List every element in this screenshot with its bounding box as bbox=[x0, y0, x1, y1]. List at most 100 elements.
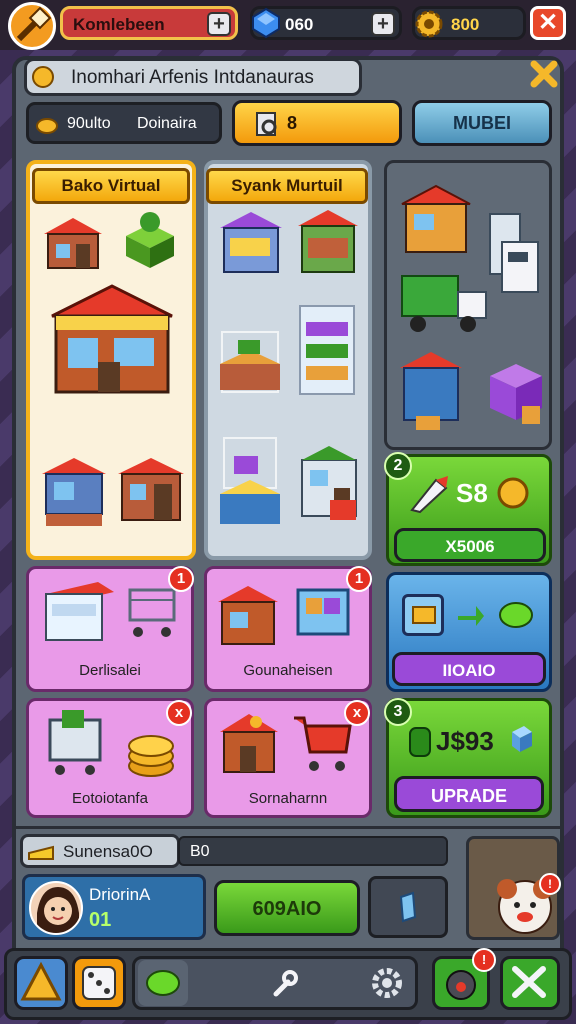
wrench-icon[interactable] bbox=[270, 968, 300, 998]
leaf-icon[interactable] bbox=[138, 960, 188, 1006]
hammer-nav-icon bbox=[20, 961, 62, 1001]
footer-action-label: 609AIO bbox=[252, 898, 322, 920]
title-bar: Inomhari Arfenis Intdanauras bbox=[24, 58, 362, 96]
small-shop-icon bbox=[114, 450, 188, 528]
offer-1-button[interactable]: X5006 bbox=[394, 528, 546, 562]
purple-box-icon bbox=[484, 356, 548, 436]
gold-token-icon bbox=[496, 476, 530, 510]
robot-icon bbox=[404, 722, 436, 762]
stat-label: 90ulto bbox=[67, 115, 111, 132]
coins-count: 800 bbox=[451, 15, 480, 34]
basket-icon bbox=[292, 572, 354, 646]
close-x-icon[interactable] bbox=[530, 60, 558, 88]
upgrade-button[interactable]: UPRADE bbox=[394, 776, 544, 812]
player-name: Komlebeen bbox=[73, 15, 165, 34]
summary-label: Sunensa0O bbox=[63, 842, 153, 861]
crossed-tools-icon bbox=[512, 966, 546, 998]
footer-player-name: DriorinA bbox=[89, 885, 151, 904]
mode-button[interactable]: MUBEI bbox=[412, 100, 552, 146]
tile-2-alert-badge: 1 bbox=[346, 566, 372, 592]
offer-3-price: J$93 bbox=[436, 726, 494, 756]
player-card[interactable]: DriorinA 01 bbox=[22, 874, 206, 940]
summary-box: Sunensa0O bbox=[20, 834, 180, 868]
mode-button-label: MUBEI bbox=[453, 113, 511, 133]
tile-3-label: Eotoiotanfa bbox=[72, 790, 148, 807]
shop-title-2: Syank Murtuil bbox=[231, 176, 343, 195]
counter-value: 8 bbox=[287, 113, 298, 133]
offer-1-price: S8 bbox=[456, 478, 488, 508]
tile-3-remove-badge[interactable]: x bbox=[166, 700, 192, 726]
stall-icon bbox=[38, 450, 110, 534]
nav-dice-button[interactable] bbox=[72, 956, 126, 1010]
player-name-pill[interactable]: Komlebeen + bbox=[60, 6, 238, 40]
shop-building-icon bbox=[40, 212, 106, 274]
shop-title-1: Bako Virtual bbox=[61, 176, 161, 195]
crystal-slot[interactable] bbox=[368, 876, 448, 938]
close-icon: ✕ bbox=[537, 9, 559, 36]
gems-pill[interactable]: 060 + bbox=[250, 6, 402, 40]
green-gem-icon bbox=[498, 600, 534, 630]
gems-count: 060 bbox=[285, 15, 314, 34]
counter-stand-icon bbox=[214, 312, 286, 406]
add-gems-button[interactable]: + bbox=[371, 12, 395, 36]
nav-tools-button[interactable] bbox=[500, 956, 560, 1010]
big-store-icon bbox=[42, 276, 182, 402]
page-title: Inomhari Arfenis Intdanauras bbox=[71, 67, 314, 88]
avatar bbox=[29, 881, 83, 935]
gear-coin-icon bbox=[415, 10, 443, 38]
cheese-icon bbox=[27, 839, 55, 863]
shop-ribbon-1: Bako Virtual bbox=[32, 168, 190, 204]
summary-value-field: B0 bbox=[178, 836, 448, 866]
vending-stand-icon bbox=[214, 428, 286, 534]
cart-basket-icon bbox=[44, 706, 106, 780]
footer-player-level: 01 bbox=[89, 909, 112, 931]
dice-icon bbox=[82, 966, 116, 1000]
summary-value: B0 bbox=[190, 843, 210, 860]
rocket-icon bbox=[406, 472, 452, 516]
delivery-truck-icon bbox=[398, 262, 492, 354]
selected-item-frame[interactable] bbox=[402, 594, 444, 636]
mini-market-icon bbox=[294, 430, 364, 522]
counter-button[interactable]: 8 bbox=[232, 100, 402, 146]
close-button[interactable]: ✕ bbox=[530, 6, 566, 40]
tile-1-alert-badge: 1 bbox=[168, 566, 194, 592]
display-case-icon bbox=[292, 300, 362, 400]
companion-slot[interactable]: ! bbox=[466, 836, 561, 940]
red-shop-icon bbox=[398, 178, 474, 260]
offer-2-button[interactable]: IIOAIO bbox=[392, 652, 546, 686]
gem-icon bbox=[251, 7, 281, 39]
footer-divider bbox=[14, 826, 562, 829]
purple-shop-icon bbox=[216, 206, 286, 280]
coins-pill: 800 bbox=[412, 6, 526, 40]
nav-home-button[interactable] bbox=[14, 956, 68, 1010]
coin-stack-icon bbox=[35, 112, 59, 136]
offer-1-button-label: X5006 bbox=[445, 537, 495, 556]
coin-icon bbox=[31, 65, 55, 89]
footer-action-button[interactable]: 609AIO bbox=[214, 880, 360, 936]
upgrade-button-label: UPRADE bbox=[430, 786, 507, 806]
stat-value: Doinaira bbox=[137, 115, 197, 132]
green-arrow-icon bbox=[456, 600, 486, 630]
fridge-icon bbox=[42, 574, 118, 648]
blue-cube-icon bbox=[508, 724, 534, 754]
tile-2-label: Gounaheisen bbox=[243, 662, 333, 679]
offer-2-button-label: IIOAIO bbox=[442, 661, 496, 680]
coin-pile-icon bbox=[126, 728, 176, 780]
shop-ribbon-2: Syank Murtuil bbox=[206, 168, 368, 204]
helmet-alert-badge: ! bbox=[472, 948, 496, 972]
market-stall-icon bbox=[294, 204, 362, 278]
tile-1-label: Derlisalei bbox=[79, 662, 141, 679]
red-roof-shop-icon bbox=[214, 580, 282, 650]
house-icon bbox=[216, 708, 282, 776]
companion-alert-badge: ! bbox=[539, 873, 561, 895]
add-name-button[interactable]: + bbox=[207, 12, 231, 36]
plant-crate-icon bbox=[120, 206, 180, 272]
stat-box: 90ulto Doinaira bbox=[26, 102, 222, 144]
tile-4-remove-badge[interactable]: x bbox=[344, 700, 370, 726]
search-doc-icon bbox=[253, 111, 281, 139]
orange-booth-icon bbox=[396, 346, 466, 436]
white-fridge-icon bbox=[486, 206, 544, 302]
tile-4-label: Sornaharnn bbox=[248, 790, 328, 807]
gear-icon[interactable] bbox=[370, 966, 404, 1000]
hammer-icon[interactable] bbox=[8, 2, 56, 50]
